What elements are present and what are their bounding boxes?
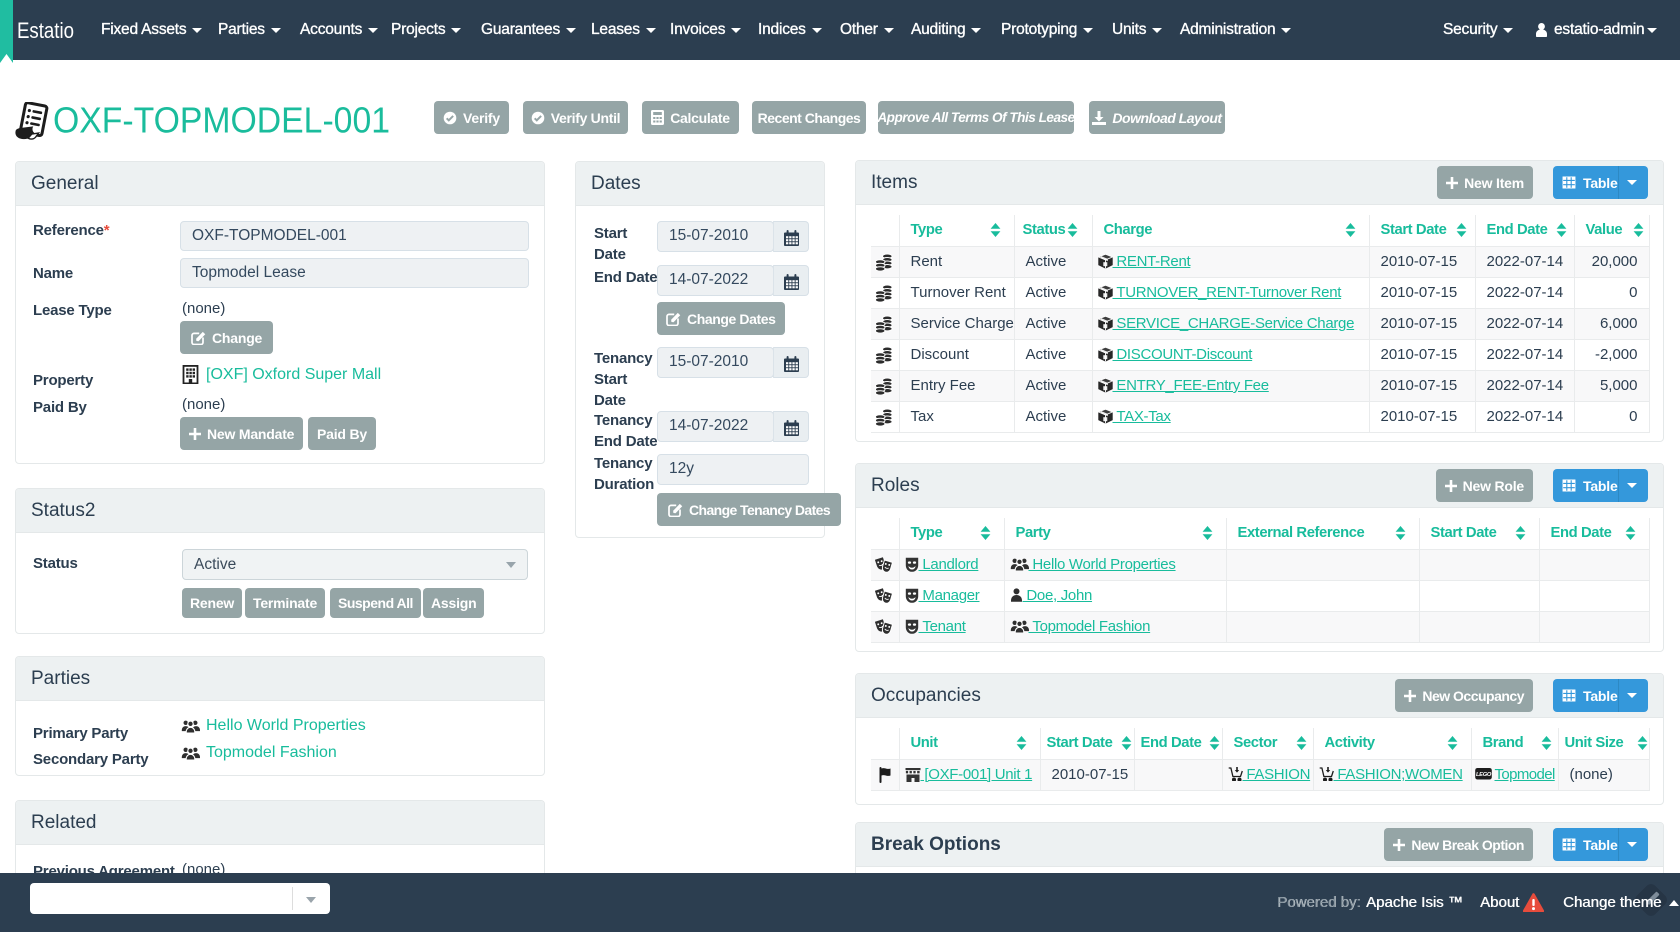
svg-text:OXF-TOPMODEL-001: OXF-TOPMODEL-001 xyxy=(53,100,390,141)
svg-text:Estatio: Estatio xyxy=(17,18,74,43)
